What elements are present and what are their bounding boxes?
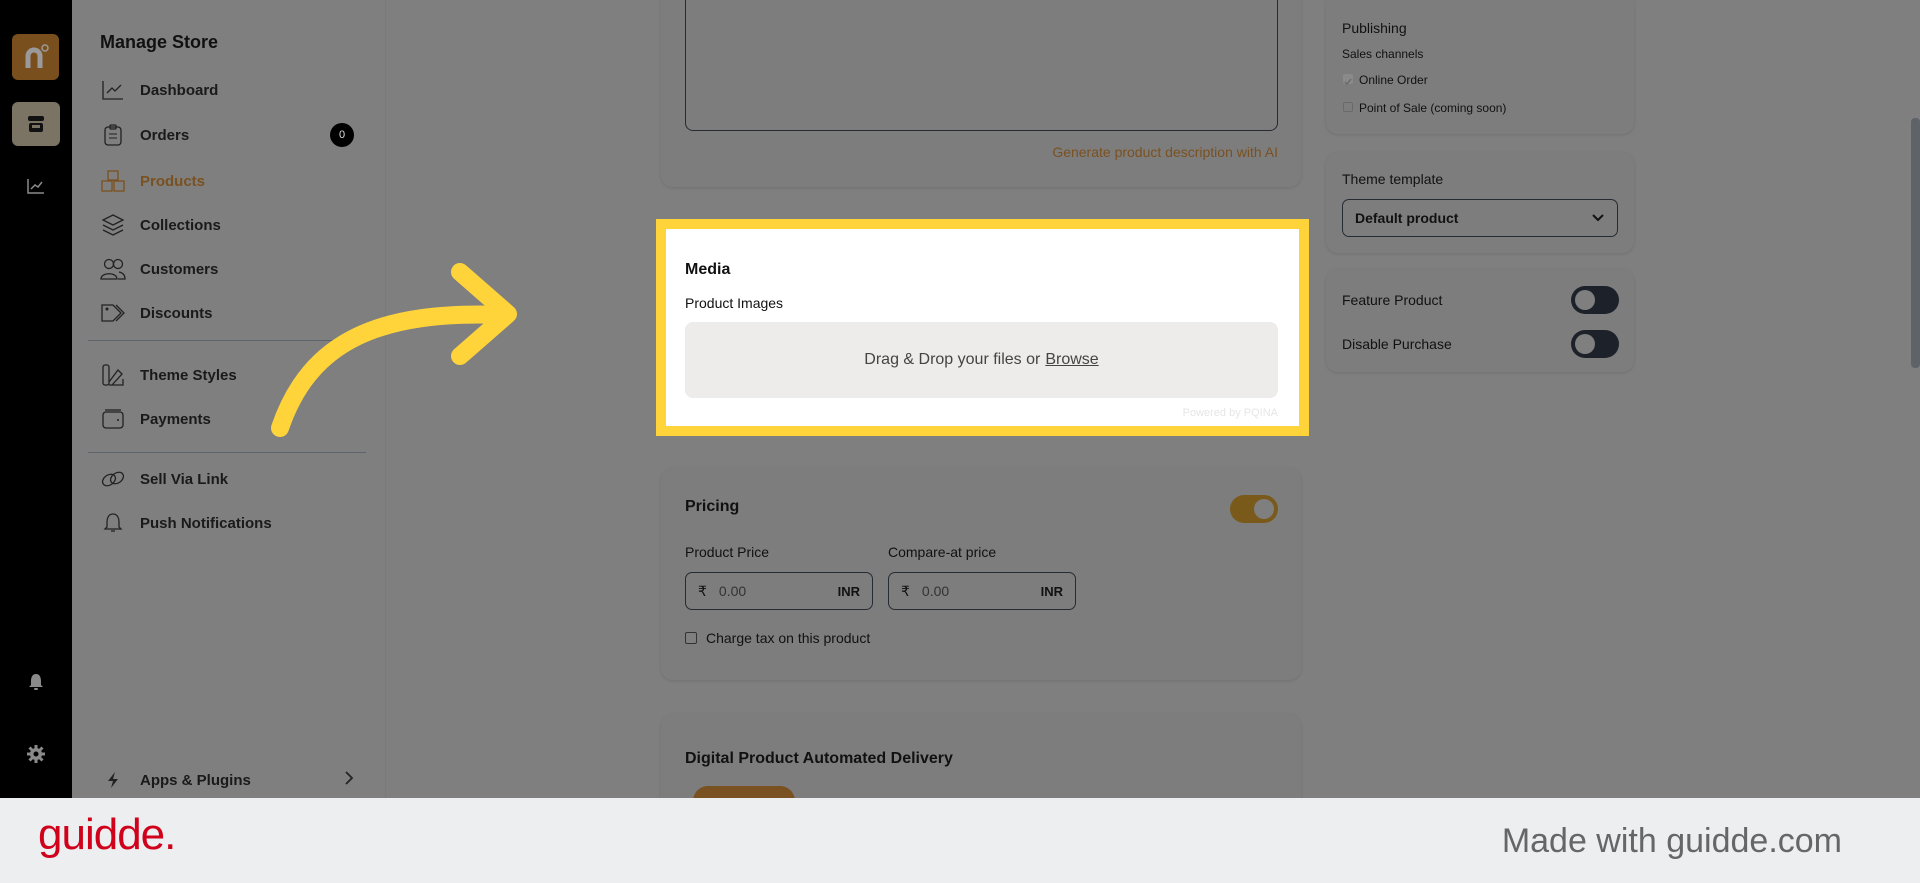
media-highlight: Media Product Images Drag & Drop your fi…: [656, 219, 1309, 436]
bell-icon[interactable]: [24, 670, 48, 694]
theme-template-select[interactable]: Default product: [1342, 199, 1618, 237]
app-logo-icon[interactable]: [12, 34, 59, 80]
currency-code: INR: [837, 583, 860, 599]
rupee-icon: ₹: [698, 582, 707, 599]
theme-template-value: Default product: [1355, 210, 1459, 226]
description-card: Generate product description with AI: [661, 0, 1301, 187]
media-card: Media Product Images Drag & Drop your fi…: [666, 229, 1299, 426]
wallet-icon: [100, 407, 126, 431]
nav-item-label: Customers: [140, 260, 219, 278]
nav-item-apps-plugins[interactable]: Apps & Plugins: [100, 765, 370, 795]
digital-delivery-title: Digital Product Automated Delivery: [685, 750, 953, 767]
toggle-knob: [1254, 499, 1274, 519]
disable-purchase-toggle[interactable]: [1571, 330, 1619, 358]
feature-product-label: Feature Product: [1342, 292, 1443, 308]
disable-purchase-label: Disable Purchase: [1342, 336, 1452, 352]
online-order-label: Online Order: [1359, 73, 1428, 87]
charge-tax-checkbox[interactable]: [685, 632, 697, 644]
nav-item-orders[interactable]: Orders 0: [100, 120, 370, 150]
product-price-placeholder: 0.00: [718, 583, 747, 599]
swatch-icon: [100, 363, 126, 387]
browse-link[interactable]: Browse: [1045, 351, 1098, 369]
currency-code: INR: [1040, 583, 1063, 599]
nav-item-label: Payments: [140, 410, 211, 428]
boxes-icon: [100, 169, 126, 193]
guidde-footer: guidde. Made with guidde.com: [0, 798, 1920, 883]
theme-template-label: Theme template: [1342, 171, 1444, 187]
users-icon: [100, 257, 126, 281]
chevron-right-icon: [344, 771, 354, 789]
tag-icon: [100, 301, 126, 325]
feature-product-toggle[interactable]: [1571, 286, 1619, 314]
nav-item-label: Discounts: [140, 304, 213, 322]
charge-tax-label: Charge tax on this product: [706, 630, 871, 646]
nav-item-push-notifications[interactable]: Push Notifications: [100, 508, 370, 538]
nav-item-label: Theme Styles: [140, 366, 237, 384]
point-of-sale-label: Point of Sale (coming soon): [1359, 101, 1507, 115]
compare-price-label: Compare-at price: [888, 544, 997, 560]
analytics-icon[interactable]: [24, 174, 48, 198]
rupee-icon: ₹: [901, 582, 910, 599]
online-order-checkbox[interactable]: [1343, 74, 1353, 86]
gear-icon[interactable]: [24, 742, 48, 766]
link-icon: [100, 467, 126, 491]
chevron-down-icon: [1591, 210, 1605, 226]
pricing-card: Pricing Product Price Compare-at price ₹…: [661, 468, 1301, 680]
nav-title: Manage Store: [100, 32, 219, 52]
guidde-logo: guidde.: [38, 810, 176, 859]
chart-line-icon: [100, 78, 126, 102]
compare-price-input[interactable]: ₹ 0.00 INR: [888, 572, 1076, 610]
pricing-toggle[interactable]: [1230, 495, 1278, 523]
nav-item-label: Dashboard: [140, 81, 219, 99]
made-with-guidde-text: Made with guidde.com: [1501, 822, 1842, 860]
nav-item-collections[interactable]: Collections: [100, 210, 370, 240]
nav-item-products[interactable]: Products: [100, 166, 370, 196]
product-flags-card: Feature Product Disable Purchase: [1326, 269, 1634, 372]
nav-item-label: Products: [140, 172, 206, 190]
callout-arrow-icon: [271, 263, 517, 437]
nav-divider: [88, 452, 366, 453]
description-textarea[interactable]: [685, 0, 1278, 131]
generate-ai-description-link[interactable]: Generate product description with AI: [1052, 144, 1278, 160]
pricing-title: Pricing: [685, 498, 740, 515]
nav-item-label: Orders: [140, 126, 190, 144]
nav-item-label: Push Notifications: [140, 514, 272, 532]
nav-item-dashboard[interactable]: Dashboard: [100, 75, 370, 105]
publishing-card: Publishing Sales channels Online Order P…: [1326, 0, 1634, 134]
dropzone-text: Drag & Drop your files or: [864, 351, 1041, 368]
page-scrollbar[interactable]: [1911, 118, 1920, 368]
toggle-knob: [1575, 334, 1595, 354]
sales-channels-label: Sales channels: [1342, 47, 1424, 61]
point-of-sale-checkbox[interactable]: [1343, 102, 1353, 112]
product-price-label: Product Price: [685, 544, 770, 560]
nav-item-label: Sell Via Link: [140, 470, 229, 488]
compare-price-placeholder: 0.00: [921, 583, 950, 599]
bolt-icon: [100, 768, 126, 792]
product-images-label: Product Images: [685, 295, 784, 311]
nav-item-label: Collections: [140, 216, 221, 234]
icon-rail: [0, 0, 72, 798]
store-icon[interactable]: [12, 102, 60, 146]
orders-count-badge: 0: [330, 123, 354, 147]
publishing-title: Publishing: [1342, 20, 1407, 36]
nav-item-label: Apps & Plugins: [140, 771, 251, 789]
nav-item-sell-via-link[interactable]: Sell Via Link: [100, 464, 370, 494]
bell-outline-icon: [100, 511, 126, 535]
layers-icon: [100, 213, 126, 237]
image-dropzone[interactable]: Drag & Drop your files or Browse: [685, 322, 1278, 398]
toggle-knob: [1575, 290, 1595, 310]
media-title: Media: [685, 261, 731, 278]
powered-by-label: Powered by PQINA: [1182, 407, 1278, 419]
product-price-input[interactable]: ₹ 0.00 INR: [685, 572, 873, 610]
clipboard-icon: [100, 123, 126, 147]
